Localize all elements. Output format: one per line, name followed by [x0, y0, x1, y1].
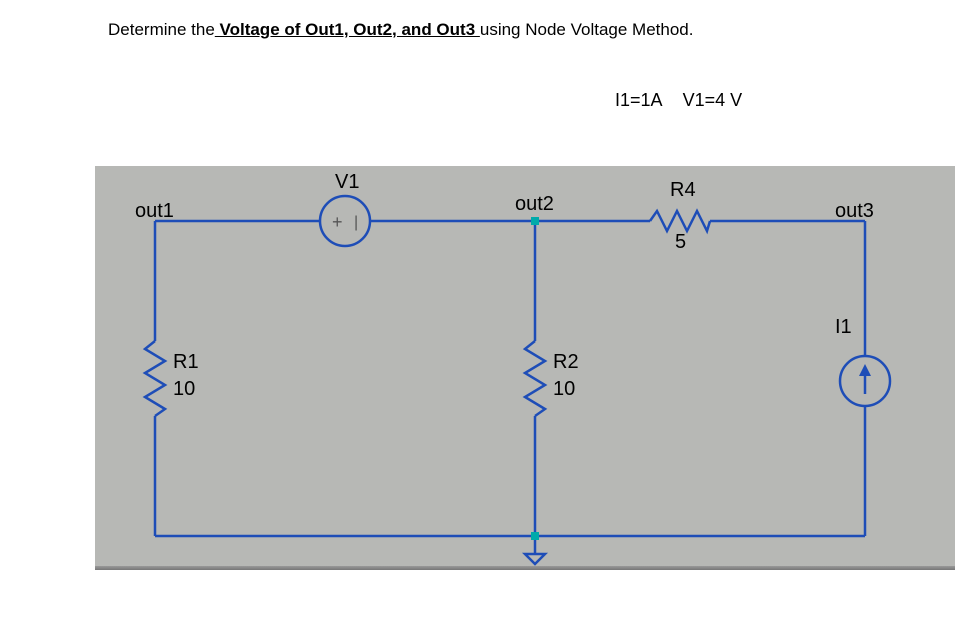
circuit-diagram: + | out1 out2 out3 V1 R4	[95, 166, 955, 566]
divider-line	[95, 566, 955, 570]
question-text: Determine the Voltage of Out1, Out2, and…	[0, 20, 955, 40]
svg-text:|: |	[354, 214, 358, 231]
resistor-r4	[650, 211, 710, 231]
voltage-source-v1: + |	[320, 196, 370, 246]
label-i1: I1	[835, 316, 852, 339]
value-r4: 5	[675, 231, 686, 254]
label-out2: out2	[515, 193, 554, 216]
resistor-r1	[145, 341, 165, 416]
value-r2: 10	[553, 378, 575, 401]
question-prefix: Determine the	[108, 20, 215, 39]
label-r2: R2	[553, 351, 579, 374]
ground-icon	[525, 554, 545, 564]
given-v1: V1=4 V	[683, 90, 743, 110]
value-r1: 10	[173, 378, 195, 401]
node-ground-dot	[531, 532, 539, 540]
node-out2-dot	[531, 217, 539, 225]
label-out1: out1	[135, 200, 174, 223]
current-source-i1	[840, 356, 890, 406]
question-underlined: Voltage of Out1, Out2, and Out3	[215, 20, 480, 39]
svg-text:+: +	[332, 212, 343, 232]
resistor-r2	[525, 341, 545, 416]
label-out3: out3	[835, 200, 874, 223]
label-v1: V1	[335, 171, 359, 194]
label-r1: R1	[173, 351, 199, 374]
label-r4: R4	[670, 179, 696, 202]
given-i1: I1=1A	[615, 90, 663, 110]
given-values: I1=1A V1=4 V	[0, 90, 955, 111]
question-suffix: using Node Voltage Method.	[480, 20, 694, 39]
